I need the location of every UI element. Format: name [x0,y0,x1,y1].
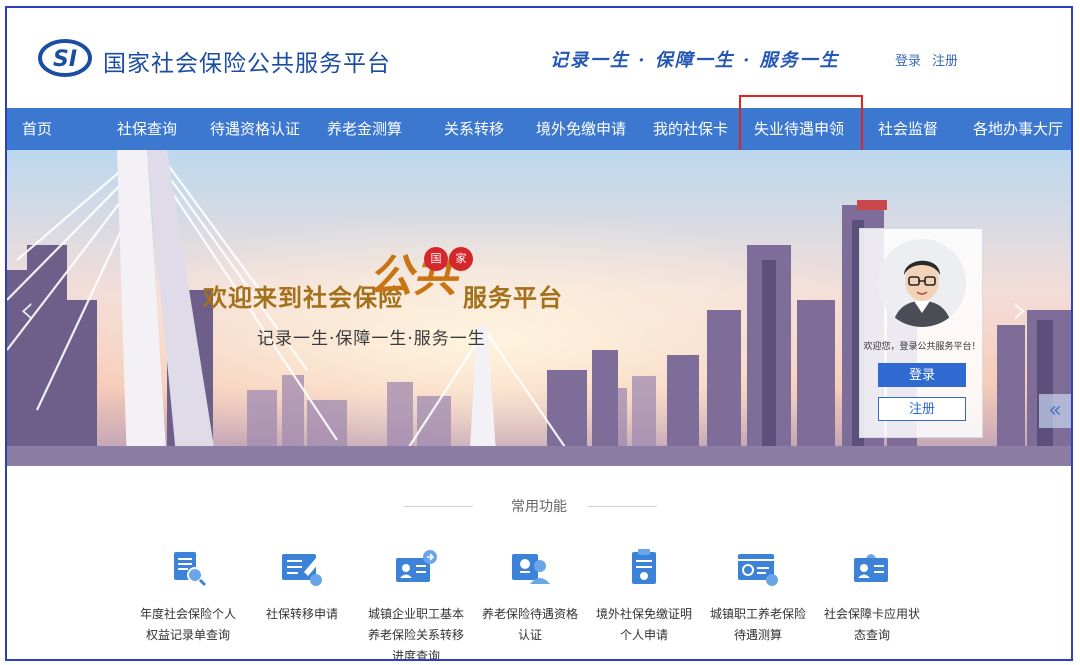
func-pension-calculation[interactable]: 城镇职工养老保险待遇测算 [708,548,808,646]
banner-prev-arrow-icon[interactable]: ‹ [19,290,35,330]
func-label: 养老保险待遇资格认证 [481,607,578,642]
transfer-form-icon [282,554,322,586]
banner-next-arrow-icon[interactable]: › [1012,290,1028,330]
document-search-icon [174,552,207,587]
main-nav: 首页 社保查询 待遇资格认证 养老金测算 关系转移 境外免缴申请 我的社保卡 失… [7,108,1071,150]
id-card-transfer-icon [396,550,437,582]
side-collapse-tab-icon[interactable]: « [1039,394,1071,428]
clipboard-icon [632,549,656,584]
func-social-card-status[interactable]: 社会保障卡应用状态查询 [822,548,922,646]
func-label: 城镇企业职工基本养老保险关系转移进度查询 [367,607,464,661]
banner-badge-jia: 家 [449,247,473,271]
banner-subtitle: 记录一生·保障一生·服务一生 [257,329,486,349]
header-slogan: 记录一生 · 保障一生 · 服务一生 [550,50,840,71]
func-pension-transfer-progress[interactable]: 城镇企业职工基本养老保险关系转移进度查询 [366,548,466,661]
func-label: 城镇职工养老保险待遇测算 [709,607,806,642]
site-title[interactable]: 国家社会保险公共服务平台 [103,44,391,78]
certification-user-icon [512,554,550,584]
nav-item-eligibility-certification[interactable]: 待遇资格认证 [210,108,300,150]
svg-text:SI: SI [53,47,77,72]
func-overseas-exemption-cert[interactable]: 境外社保免缴证明个人申请 [594,548,694,646]
func-label: 社保转移申请 [265,607,338,621]
func-label: 社会保障卡应用状态查询 [823,607,920,642]
func-label: 年度社会保险个人权益记录单查询 [139,607,236,642]
register-button[interactable]: 注册 [878,397,966,421]
social-card-icon [854,554,888,582]
nav-item-local-service-halls[interactable]: 各地办事大厅 [973,108,1063,150]
nav-item-relationship-transfer[interactable]: 关系转移 [444,108,504,150]
header-login-link[interactable]: 登录 [895,50,921,69]
func-transfer-application[interactable]: 社保转移申请 [252,548,352,625]
func-label: 境外社保免缴证明个人申请 [595,607,692,642]
user-avatar [878,239,966,327]
login-button[interactable]: 登录 [878,363,966,387]
header: SI 国家社会保险公共服务平台 记录一生 · 保障一生 · 服务一生 登录 注册 [7,8,1071,108]
page-frame: SI 国家社会保险公共服务平台 记录一生 · 保障一生 · 服务一生 登录 注册… [5,6,1073,661]
welcome-post: 服务平台 [463,283,563,312]
nav-item-social-supervision[interactable]: 社会监督 [878,108,938,150]
login-panel: 欢迎您，登录公共服务平台！ 登录 注册 [859,228,983,438]
nav-item-pension-calculation[interactable]: 养老金测算 [327,108,402,150]
avatar-icon [878,239,966,327]
login-greeting: 欢迎您，登录公共服务平台！ [863,342,981,352]
nav-item-home[interactable]: 首页 [22,108,52,150]
nav-item-social-security-query[interactable]: 社保查询 [117,108,177,150]
si-logo-icon[interactable]: SI [37,38,93,78]
common-functions-title: 常用功能 [511,499,567,515]
calculator-card-icon [738,554,778,586]
nav-item-overseas-exemption[interactable]: 境外免缴申请 [536,108,626,150]
header-register-link[interactable]: 注册 [932,50,958,69]
func-annual-rights-record[interactable]: 年度社会保险个人权益记录单查询 [138,548,238,646]
func-pension-eligibility-cert[interactable]: 养老保险待遇资格认证 [480,548,580,646]
banner-badge-guo: 国 [424,247,448,271]
nav-item-my-social-card[interactable]: 我的社保卡 [653,108,728,150]
